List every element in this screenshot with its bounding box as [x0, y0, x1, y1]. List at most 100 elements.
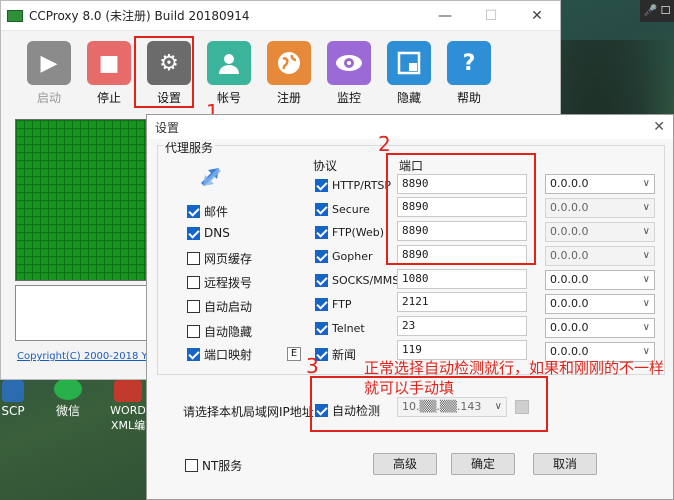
desktop-icon-label: 微信	[55, 404, 80, 418]
gopher-checkbox[interactable]	[315, 250, 328, 263]
proxy-services-label: 代理服务	[163, 139, 216, 156]
service-remote-dial[interactable]: 远程拨号	[187, 274, 252, 291]
ccproxy-app-icon	[7, 9, 23, 22]
protocol-header: 协议	[313, 159, 338, 173]
connection-grid	[15, 119, 147, 281]
ftp-web-checkbox[interactable]	[315, 226, 328, 239]
toolbar: ▶ 启动 ■ 停止 ⚙ 设置 帐号 注册 监控 隐藏 ? 帮助	[1, 31, 560, 106]
toolbar-register-button[interactable]: 注册	[261, 41, 317, 106]
protocol-telnet[interactable]: Telnet	[315, 322, 365, 335]
annotation-box-ports	[386, 153, 536, 265]
desktop-icon-wechat[interactable]: 微信	[52, 378, 84, 419]
toolbar-hide-button[interactable]: 隐藏	[381, 41, 437, 106]
globe-icon	[267, 41, 311, 85]
advanced-button[interactable]: 高级	[373, 453, 437, 475]
dns-checkbox[interactable]	[187, 226, 200, 240]
maximize-button[interactable]: ☐	[468, 8, 514, 24]
title-bar[interactable]: CCProxy 8.0 (未注册) Build 20180914 — ☐ ✕	[1, 1, 560, 31]
annotation-number-3: 3	[306, 354, 319, 378]
protocol-gopher[interactable]: Gopher	[315, 250, 373, 263]
service-auto-hide[interactable]: 自动隐藏	[187, 323, 252, 340]
desktop-icon-label: SCP	[1, 404, 25, 418]
toolbar-account-button[interactable]: 帐号	[201, 41, 257, 106]
protocol-label: 新闻	[332, 348, 357, 362]
chevron-down-icon: ∨	[642, 178, 650, 189]
toolbar-help-button[interactable]: ? 帮助	[441, 41, 497, 106]
nt-service-checkbox[interactable]	[185, 459, 198, 472]
copyright-link[interactable]: Copyright(C) 2000-2018 Youngzsoft	[17, 351, 147, 362]
service-mail[interactable]: 邮件	[187, 203, 228, 220]
eye-icon	[327, 41, 371, 85]
toolbar-label: 隐藏	[396, 91, 421, 105]
auto-start-checkbox[interactable]	[187, 300, 200, 313]
desktop-icon-scp[interactable]: SCP	[0, 380, 26, 418]
service-label: 自动启动	[204, 300, 253, 314]
protocol-ftp[interactable]: FTP	[315, 298, 352, 311]
ftp-ip-select[interactable]: 0.0.0.0 ∨	[545, 294, 655, 314]
nt-service-option[interactable]: NT服务	[185, 457, 242, 474]
word-xml-icon	[114, 380, 142, 402]
service-dns[interactable]: DNS	[187, 226, 230, 240]
telnet-ip-select[interactable]: 0.0.0.0 ∨	[545, 318, 655, 338]
protocol-label: FTP	[332, 298, 352, 311]
remote-dial-checkbox[interactable]	[187, 276, 200, 289]
protocol-http-rtsp[interactable]: HTTP/RTSP	[315, 179, 391, 192]
toolbar-label: 停止	[96, 91, 121, 105]
news-port-input[interactable]: 119	[397, 340, 527, 360]
toolbar-monitor-button[interactable]: 监控	[321, 41, 377, 106]
service-auto-start[interactable]: 自动启动	[187, 298, 252, 315]
http-rtsp-ip-select[interactable]: 0.0.0.0 ∨	[545, 174, 655, 194]
auto-hide-checkbox[interactable]	[187, 325, 200, 338]
close-button[interactable]: ✕	[514, 8, 560, 24]
port-map-checkbox[interactable]	[187, 348, 200, 361]
port-map-edit-button[interactable]: E	[287, 347, 301, 361]
annotation-note: 正常选择自动检测就行，如果和刚刚的不一样就可以手动填	[364, 359, 665, 397]
ip-select-value: 0.0.0.0	[550, 273, 589, 286]
protocol-secure[interactable]: Secure	[315, 203, 370, 216]
socks-mms-port-input[interactable]: 1080	[397, 269, 527, 289]
service-web-cache[interactable]: 网页缓存	[187, 250, 252, 267]
telnet-checkbox[interactable]	[315, 322, 328, 335]
minimize-button[interactable]: —	[422, 8, 468, 24]
protocol-news[interactable]: 新闻	[315, 346, 356, 363]
service-port-map[interactable]: 端口映射	[187, 346, 252, 363]
chevron-down-icon: ∨	[642, 322, 650, 333]
desktop-corner-tray[interactable]: 🎤 ☐	[640, 0, 674, 22]
desktop-icon-word-xml[interactable]: WORD XML编	[108, 380, 148, 433]
ok-button[interactable]: 确定	[451, 453, 515, 475]
ip-select-value: 0.0.0.0	[550, 201, 589, 214]
toolbar-start-button[interactable]: ▶ 启动	[21, 41, 77, 106]
socks-mms-ip-select[interactable]: 0.0.0.0 ∨	[545, 270, 655, 290]
ftp-checkbox[interactable]	[315, 298, 328, 311]
secure-ip-select: 0.0.0.0 ∨	[545, 198, 655, 218]
chevron-down-icon: ∨	[642, 226, 650, 237]
protocol-label: FTP(Web)	[332, 226, 385, 239]
service-label: 端口映射	[204, 348, 253, 362]
ip-select-value: 0.0.0.0	[550, 321, 589, 334]
desktop-icon-label: WORD XML编	[110, 404, 146, 432]
ftp-port-input[interactable]: 2121	[397, 292, 527, 312]
help-icon: ?	[447, 41, 491, 85]
web-cache-checkbox[interactable]	[187, 252, 200, 265]
protocol-ftp-web[interactable]: FTP(Web)	[315, 226, 384, 239]
wechat-icon	[54, 378, 82, 400]
dialog-title-bar[interactable]: 设置 ✕	[147, 115, 673, 139]
toolbar-stop-button[interactable]: ■ 停止	[81, 41, 137, 106]
dialog-close-button[interactable]: ✕	[653, 119, 665, 135]
protocol-label: HTTP/RTSP	[332, 179, 392, 192]
socks-mms-checkbox[interactable]	[315, 274, 328, 287]
http-rtsp-checkbox[interactable]	[315, 179, 328, 192]
cancel-button[interactable]: 取消	[533, 453, 597, 475]
telnet-port-input[interactable]: 23	[397, 316, 527, 336]
mail-checkbox[interactable]	[187, 205, 200, 218]
log-panel	[15, 285, 147, 341]
toolbar-label: 注册	[276, 91, 301, 105]
annotation-number-2: 2	[378, 132, 391, 156]
service-label: DNS	[204, 226, 230, 240]
lan-ip-label: 请选择本机局域网IP地址:	[183, 405, 318, 419]
ip-select-value: 0.0.0.0	[550, 177, 589, 190]
protocol-socks-mms[interactable]: SOCKS/MMS	[315, 274, 399, 287]
window-title: CCProxy 8.0 (未注册) Build 20180914	[29, 9, 250, 23]
stop-icon: ■	[87, 41, 131, 85]
secure-checkbox[interactable]	[315, 203, 328, 216]
